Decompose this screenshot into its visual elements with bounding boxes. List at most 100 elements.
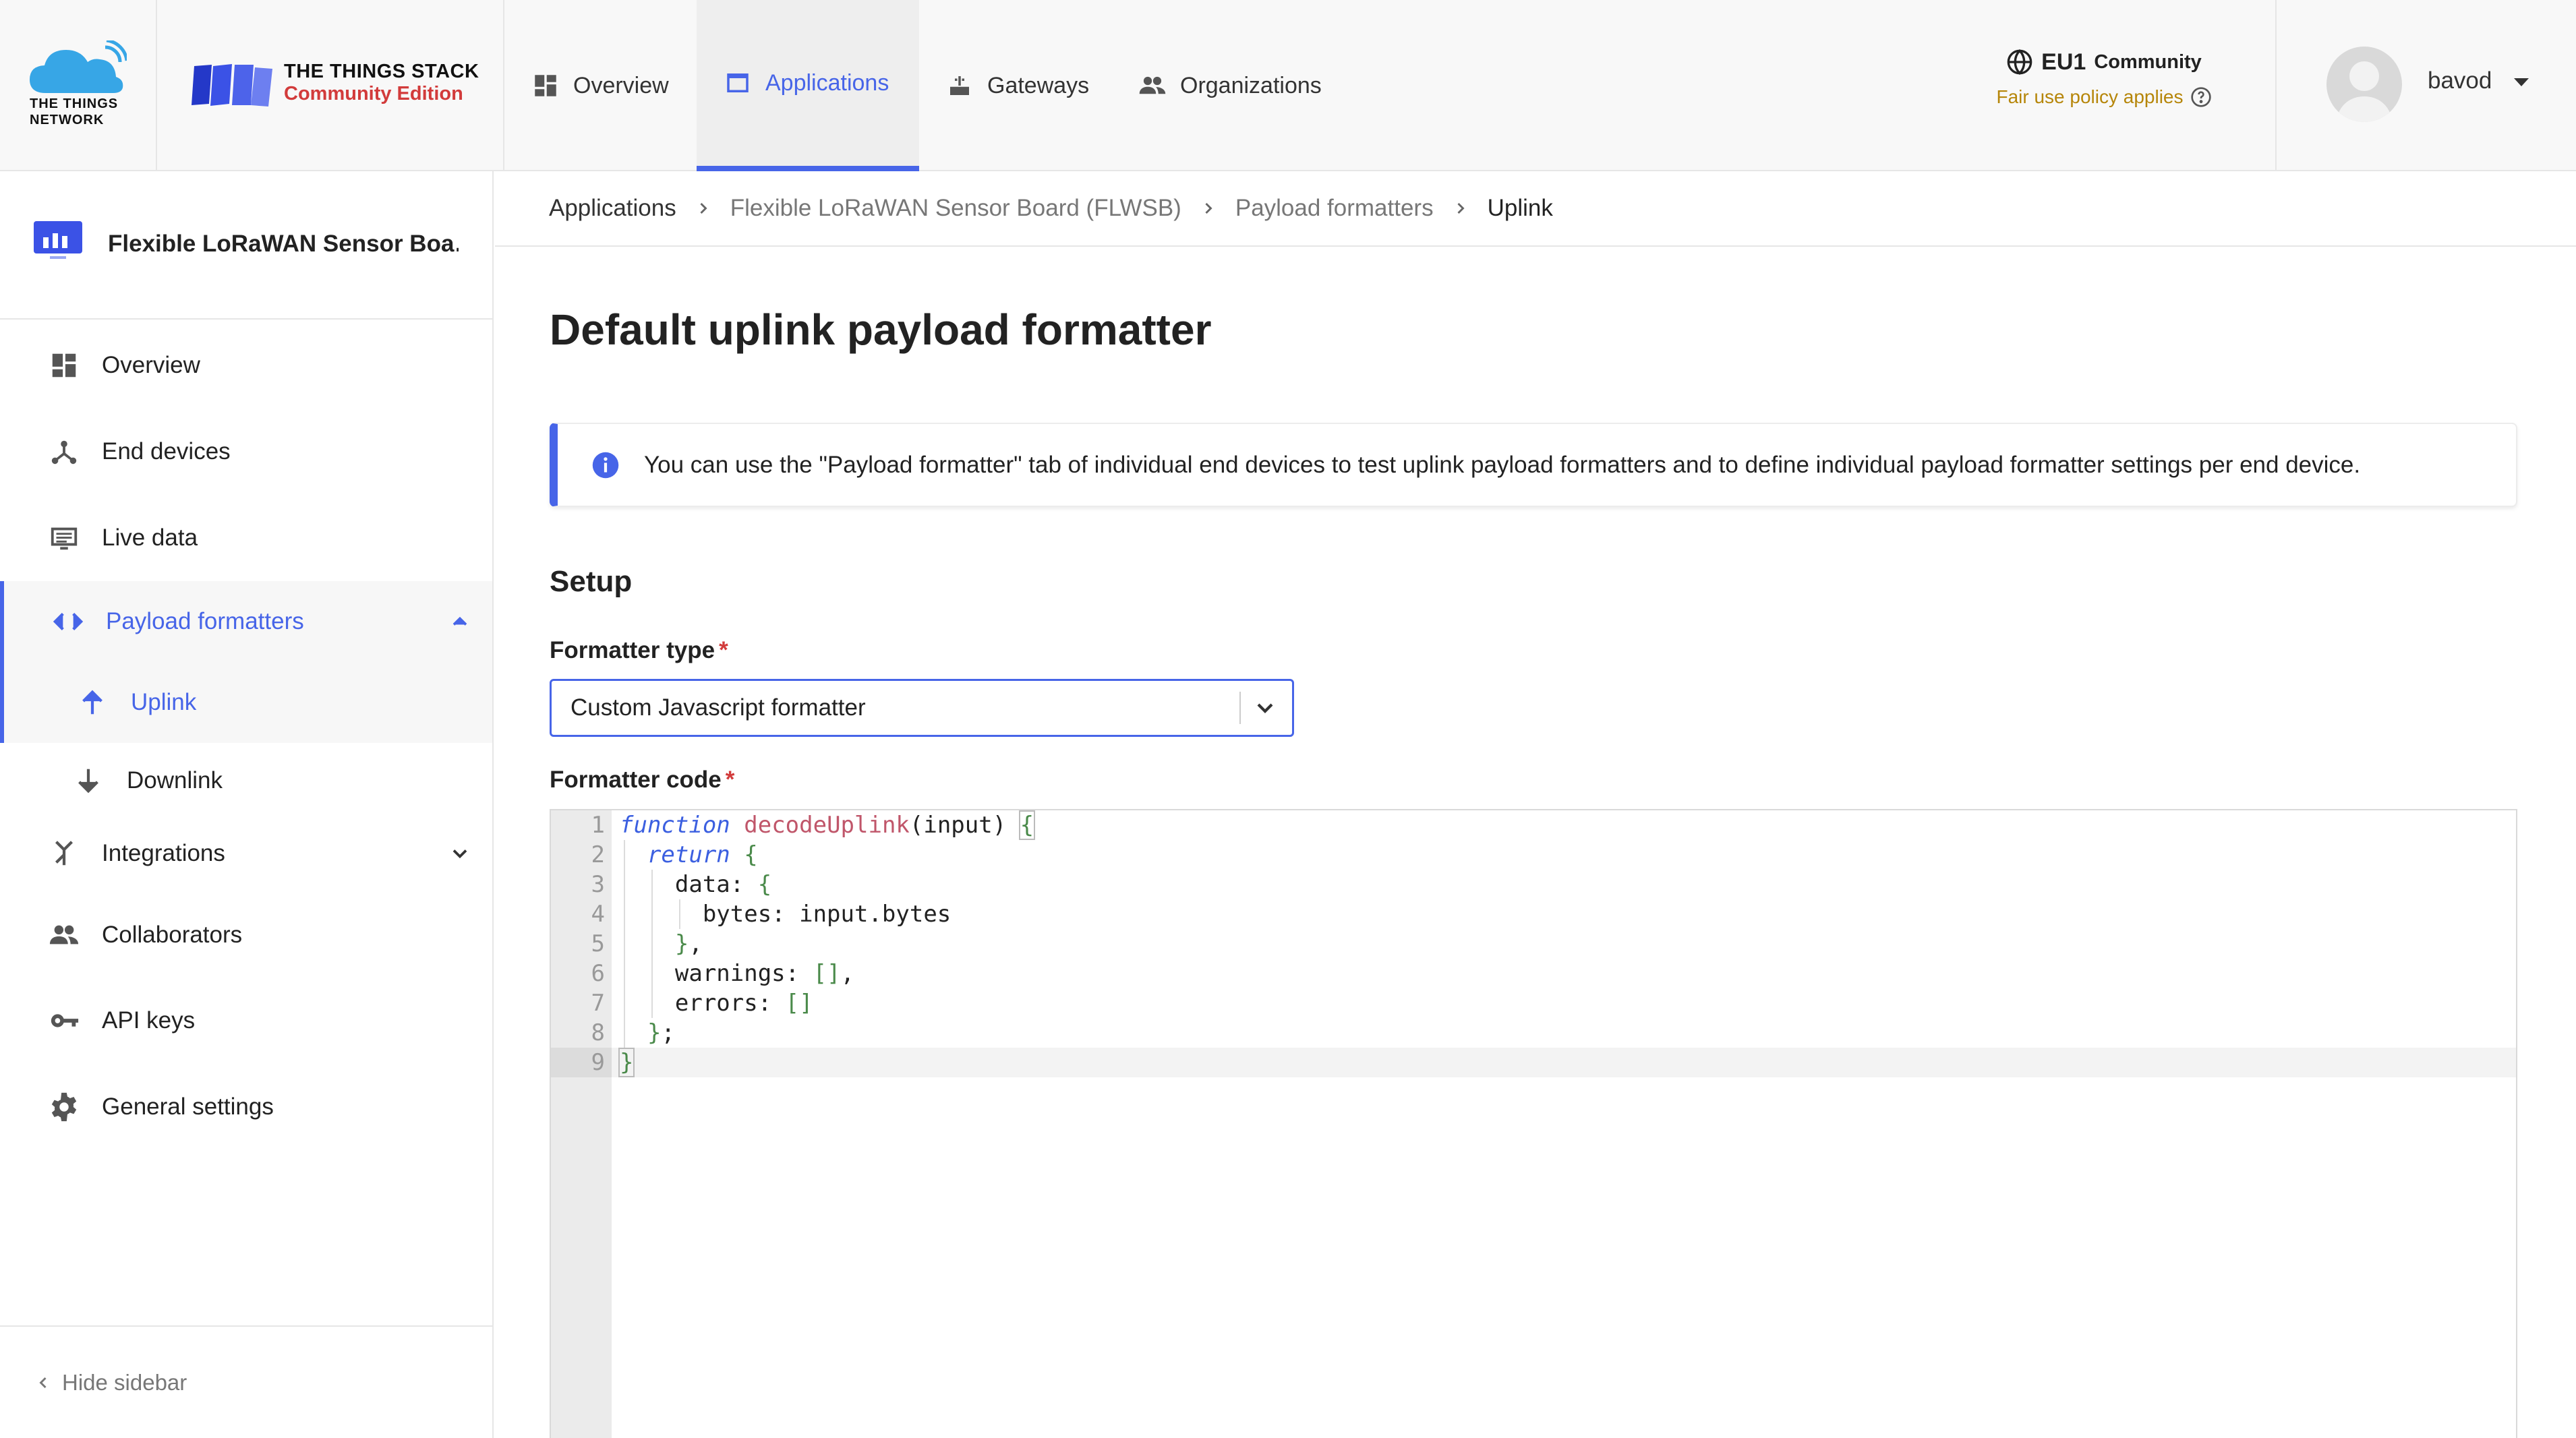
- code-editor[interactable]: 1 2 3 4 5 6 7 8 9 function decodeUplink(…: [550, 809, 2517, 1438]
- sidebar-item-label: Payload formatters: [106, 608, 304, 634]
- sidebar-item-integrations[interactable]: Integrations: [0, 813, 492, 894]
- sidebar-item-downlink[interactable]: Downlink: [0, 740, 492, 821]
- integrations-icon: [55, 841, 73, 866]
- sidebar-item-api-keys[interactable]: API keys: [0, 980, 492, 1061]
- top-header: THE THINGS NETWORK THE THINGS STACK Comm…: [0, 0, 2576, 171]
- chevron-right-icon: [1457, 202, 1465, 214]
- sidebar-item-label: End devices: [102, 438, 231, 465]
- code-token: return: [647, 841, 730, 868]
- sidebar-item-collaborators[interactable]: Collaborators: [0, 895, 492, 976]
- tts-logo-subtitle: Community Edition: [284, 83, 463, 104]
- nav-organizations[interactable]: Organizations: [1138, 0, 1322, 171]
- tts-logo-icon: [192, 64, 272, 107]
- gateway-icon: [950, 76, 969, 95]
- user-menu[interactable]: bavod: [2275, 0, 2576, 171]
- active-line-highlight: [551, 1048, 2516, 1077]
- nav-applications[interactable]: Applications: [697, 0, 919, 171]
- code-token: []: [785, 990, 813, 1017]
- gear-icon: [51, 1092, 77, 1122]
- sidebar-item-label: API keys: [102, 1007, 196, 1033]
- breadcrumb-application[interactable]: Flexible LoRaWAN Sensor Board (FLWSB): [730, 195, 1181, 222]
- caret-down-icon: [2514, 78, 2529, 86]
- nav-overview[interactable]: Overview: [531, 0, 669, 171]
- code-token: }: [618, 1048, 635, 1077]
- breadcrumb-applications[interactable]: Applications: [549, 195, 676, 222]
- ttn-logo[interactable]: THE THINGS NETWORK: [0, 0, 157, 171]
- info-notification-text: You can use the "Payload formatter" tab …: [644, 451, 2361, 478]
- nav-label: Overview: [573, 72, 669, 98]
- code-token: {: [1018, 810, 1036, 840]
- code-line: };: [647, 1019, 675, 1046]
- globe-icon: [2007, 49, 2032, 76]
- breadcrumb: Applications Flexible LoRaWAN Sensor Boa…: [495, 171, 2576, 247]
- code-line: return {: [620, 840, 758, 870]
- code-line: }: [618, 1048, 635, 1077]
- code-line: function decodeUplink(input) {: [620, 810, 1036, 840]
- chevron-right-icon: [1205, 202, 1212, 214]
- formatter-type-value: Custom Javascript formatter: [570, 694, 866, 721]
- sidebar-item-label: General settings: [102, 1094, 274, 1120]
- sidebar-item-general-settings[interactable]: General settings: [0, 1067, 492, 1147]
- fair-use-link[interactable]: Fair use policy applies: [1956, 86, 2252, 108]
- line-number: 4: [591, 901, 605, 928]
- chevron-up-icon: [452, 616, 467, 626]
- avatar: [2326, 47, 2402, 122]
- code-line: bytes: input.bytes: [620, 901, 952, 928]
- sidebar-item-uplink[interactable]: Uplink: [0, 662, 492, 743]
- code-token: }: [647, 1019, 662, 1046]
- sidebar-item-label: Overview: [102, 352, 200, 378]
- cloud-icon: [30, 40, 127, 93]
- sidebar-app-header: Flexible LoRaWAN Sensor Boa…: [0, 171, 492, 320]
- nav-label: Organizations: [1180, 72, 1322, 98]
- breadcrumb-uplink: Uplink: [1487, 195, 1553, 221]
- cluster-info[interactable]: EU1 Community Fair use policy applies: [1956, 49, 2252, 129]
- code-line: },: [674, 930, 703, 957]
- formatter-code-label-text: Formatter code: [550, 767, 722, 793]
- code-line: data: {: [620, 871, 772, 898]
- code-line: errors: []: [620, 990, 813, 1017]
- key-icon: [51, 1014, 79, 1027]
- application-icon: [727, 73, 749, 92]
- sidebar-app-name: Flexible LoRaWAN Sensor Boa…: [108, 231, 459, 257]
- formatter-type-label-text: Formatter type: [550, 637, 715, 663]
- chevron-left-icon: [39, 1377, 47, 1388]
- nav-label: Applications: [765, 69, 889, 96]
- people-icon: [49, 925, 79, 945]
- code-token: }: [674, 930, 689, 957]
- code-token: decodeUplink: [744, 812, 910, 839]
- sidebar-item-label: Collaborators: [102, 922, 243, 948]
- info-icon: [592, 452, 619, 478]
- formatter-type-select[interactable]: Custom Javascript formatter: [550, 679, 1294, 737]
- fair-use-text: Fair use policy applies: [1996, 86, 2184, 107]
- formatter-code-label: Formatter code *: [550, 767, 734, 793]
- line-number: 1: [591, 812, 605, 839]
- cluster-suffix: Community: [2094, 51, 2202, 73]
- sidebar-item-live-data[interactable]: Live data: [0, 498, 492, 578]
- line-number: 3: [591, 871, 605, 898]
- sidebar-item-label: Live data: [102, 525, 198, 551]
- sidebar-item-end-devices[interactable]: End devices: [0, 411, 492, 492]
- line-number: 8: [591, 1019, 605, 1046]
- sidebar-item-label: Integrations: [102, 840, 225, 866]
- chevron-down-icon: [452, 849, 467, 859]
- ttn-logo-text: NETWORK: [30, 113, 105, 127]
- info-notification: You can use the "Payload formatter" tab …: [550, 423, 2517, 507]
- hide-sidebar-button[interactable]: Hide sidebar: [0, 1325, 492, 1438]
- select-divider: [1239, 692, 1241, 724]
- line-number: 9: [591, 1049, 605, 1076]
- sidebar: Flexible LoRaWAN Sensor Boa… Overview En…: [0, 171, 494, 1438]
- tts-logo[interactable]: THE THINGS STACK Community Edition: [157, 0, 504, 171]
- ttn-logo-text: THE THINGS: [30, 96, 119, 111]
- help-icon: [2190, 87, 2211, 107]
- sidebar-item-label: Uplink: [131, 689, 197, 715]
- sidebar-item-payload-formatters[interactable]: Payload formatters: [0, 581, 492, 662]
- code-token: {: [757, 871, 772, 898]
- nav-gateways[interactable]: Gateways: [945, 0, 1089, 171]
- application-chart-icon: [34, 221, 82, 259]
- breadcrumb-payload-formatters[interactable]: Payload formatters: [1235, 195, 1434, 222]
- tts-logo-title: THE THINGS STACK: [284, 61, 479, 82]
- chevron-down-icon: [1257, 703, 1273, 713]
- devices-icon: [51, 440, 77, 465]
- sidebar-item-overview[interactable]: Overview: [0, 325, 492, 406]
- organization-icon: [1139, 76, 1166, 94]
